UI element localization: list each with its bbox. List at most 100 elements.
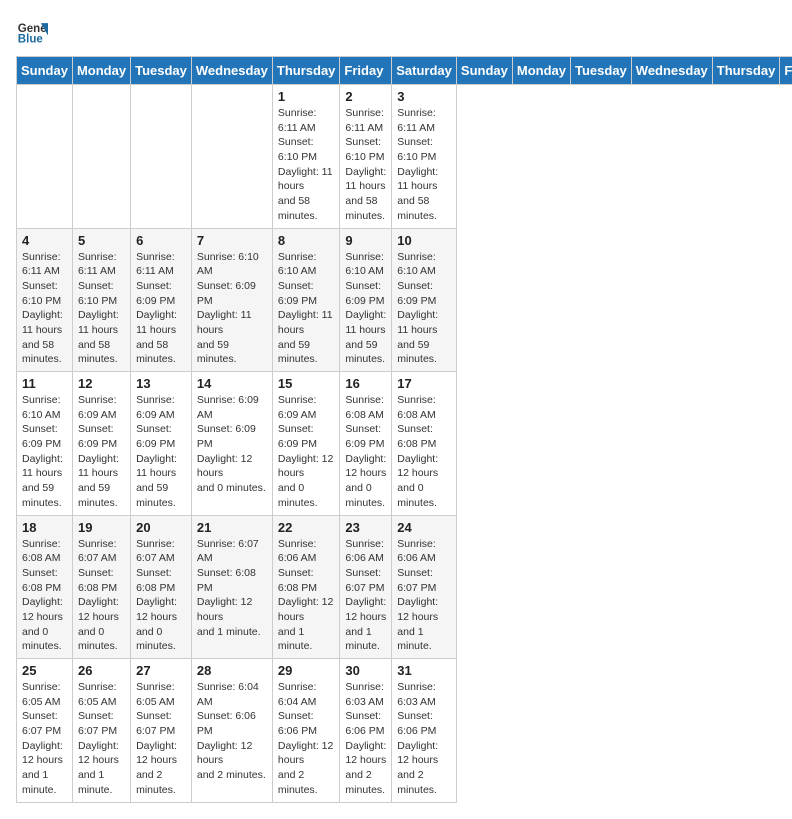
day-number: 10 bbox=[397, 233, 451, 248]
day-cell: 25Sunrise: 6:05 AM Sunset: 6:07 PM Dayli… bbox=[17, 659, 73, 803]
day-info: Sunrise: 6:11 AM Sunset: 6:10 PM Dayligh… bbox=[345, 106, 386, 224]
day-number: 27 bbox=[136, 663, 186, 678]
day-number: 14 bbox=[197, 376, 267, 391]
day-cell: 24 Sunrise: 6:06 AM Sunset: 6:07 PM Dayli… bbox=[392, 515, 457, 659]
day-info: Sunrise: 6:05 AM Sunset: 6:07 PM Dayligh… bbox=[136, 680, 186, 798]
page-header: General Blue bbox=[16, 16, 776, 48]
day-cell: 7 Sunrise: 6:10 AM Sunset: 6:09 PM Daylig… bbox=[191, 228, 272, 372]
svg-text:Blue: Blue bbox=[18, 34, 44, 46]
day-info: Sunrise: 6:08 AM Sunset: 6:08 PM Dayligh… bbox=[397, 393, 451, 511]
day-cell: 15 Sunrise: 6:09 AM Sunset: 6:09 PM Dayli… bbox=[272, 372, 340, 516]
col-header-monday: Monday bbox=[512, 57, 570, 85]
day-number: 8 bbox=[278, 233, 335, 248]
day-cell: 22 Sunrise: 6:06 AM Sunset: 6:08 PM Dayli… bbox=[272, 515, 340, 659]
col-header-wednesday: Wednesday bbox=[631, 57, 712, 85]
day-number: 13 bbox=[136, 376, 186, 391]
day-cell: 8Sunrise: 6:10 AM Sunset: 6:09 PM Daylig… bbox=[272, 228, 340, 372]
col-header-friday: Friday bbox=[340, 57, 392, 85]
day-info: Sunrise: 6:11 AM Sunset: 6:10 PM Dayligh… bbox=[22, 250, 67, 368]
day-cell: 28 Sunrise: 6:04 AM Sunset: 6:06 PM Dayli… bbox=[191, 659, 272, 803]
day-cell: 9Sunrise: 6:10 AM Sunset: 6:09 PM Daylig… bbox=[340, 228, 392, 372]
day-number: 19 bbox=[78, 520, 125, 535]
day-info: Sunrise: 6:11 AM Sunset: 6:10 PM Dayligh… bbox=[397, 106, 451, 224]
day-cell: 20 Sunrise: 6:07 AM Sunset: 6:08 PM Dayli… bbox=[131, 515, 192, 659]
day-number: 29 bbox=[278, 663, 335, 678]
day-number: 12 bbox=[78, 376, 125, 391]
day-info: Sunrise: 6:07 AM Sunset: 6:08 PM Dayligh… bbox=[197, 537, 267, 640]
day-cell: 23Sunrise: 6:06 AM Sunset: 6:07 PM Dayli… bbox=[340, 515, 392, 659]
day-cell: 13 Sunrise: 6:09 AM Sunset: 6:09 PM Dayli… bbox=[131, 372, 192, 516]
day-cell: 27 Sunrise: 6:05 AM Sunset: 6:07 PM Dayli… bbox=[131, 659, 192, 803]
day-number: 4 bbox=[22, 233, 67, 248]
day-cell: 11 Sunrise: 6:10 AM Sunset: 6:09 PM Dayli… bbox=[17, 372, 73, 516]
week-row-2: 4 Sunrise: 6:11 AM Sunset: 6:10 PM Daylig… bbox=[17, 228, 792, 372]
day-number: 21 bbox=[197, 520, 267, 535]
day-info: Sunrise: 6:09 AM Sunset: 6:09 PM Dayligh… bbox=[136, 393, 186, 511]
day-cell: 19 Sunrise: 6:07 AM Sunset: 6:08 PM Dayli… bbox=[72, 515, 130, 659]
col-header-saturday: Saturday bbox=[392, 57, 457, 85]
logo: General Blue bbox=[16, 16, 48, 48]
col-header-thursday: Thursday bbox=[712, 57, 780, 85]
day-cell: 5 Sunrise: 6:11 AM Sunset: 6:10 PM Daylig… bbox=[72, 228, 130, 372]
day-cell: 4 Sunrise: 6:11 AM Sunset: 6:10 PM Daylig… bbox=[17, 228, 73, 372]
day-cell bbox=[131, 85, 192, 229]
day-cell bbox=[191, 85, 272, 229]
day-info: Sunrise: 6:05 AM Sunset: 6:07 PM Dayligh… bbox=[78, 680, 125, 798]
day-number: 20 bbox=[136, 520, 186, 535]
day-info: Sunrise: 6:09 AM Sunset: 6:09 PM Dayligh… bbox=[78, 393, 125, 511]
day-number: 30 bbox=[345, 663, 386, 678]
day-number: 7 bbox=[197, 233, 267, 248]
day-info: Sunrise: 6:03 AM Sunset: 6:06 PM Dayligh… bbox=[345, 680, 386, 798]
day-cell: 17Sunrise: 6:08 AM Sunset: 6:08 PM Dayli… bbox=[392, 372, 457, 516]
day-info: Sunrise: 6:09 AM Sunset: 6:09 PM Dayligh… bbox=[197, 393, 267, 496]
day-cell: 31Sunrise: 6:03 AM Sunset: 6:06 PM Dayli… bbox=[392, 659, 457, 803]
logo-icon: General Blue bbox=[16, 16, 48, 48]
day-info: Sunrise: 6:09 AM Sunset: 6:09 PM Dayligh… bbox=[278, 393, 335, 511]
day-info: Sunrise: 6:10 AM Sunset: 6:09 PM Dayligh… bbox=[22, 393, 67, 511]
day-info: Sunrise: 6:10 AM Sunset: 6:09 PM Dayligh… bbox=[197, 250, 267, 368]
day-info: Sunrise: 6:10 AM Sunset: 6:09 PM Dayligh… bbox=[397, 250, 451, 368]
day-info: Sunrise: 6:07 AM Sunset: 6:08 PM Dayligh… bbox=[136, 537, 186, 655]
day-cell: 26 Sunrise: 6:05 AM Sunset: 6:07 PM Dayli… bbox=[72, 659, 130, 803]
day-cell: 6 Sunrise: 6:11 AM Sunset: 6:09 PM Daylig… bbox=[131, 228, 192, 372]
day-number: 1 bbox=[278, 89, 335, 104]
day-info: Sunrise: 6:06 AM Sunset: 6:07 PM Dayligh… bbox=[345, 537, 386, 655]
day-number: 22 bbox=[278, 520, 335, 535]
week-row-5: 25Sunrise: 6:05 AM Sunset: 6:07 PM Dayli… bbox=[17, 659, 792, 803]
col-header-thursday: Thursday bbox=[272, 57, 340, 85]
day-info: Sunrise: 6:05 AM Sunset: 6:07 PM Dayligh… bbox=[22, 680, 67, 798]
day-number: 11 bbox=[22, 376, 67, 391]
calendar-header-row: SundayMondayTuesdayWednesdayThursdayFrid… bbox=[17, 57, 792, 85]
day-number: 24 bbox=[397, 520, 451, 535]
calendar-table: SundayMondayTuesdayWednesdayThursdayFrid… bbox=[16, 56, 792, 803]
day-cell: 29 Sunrise: 6:04 AM Sunset: 6:06 PM Dayli… bbox=[272, 659, 340, 803]
day-number: 5 bbox=[78, 233, 125, 248]
day-cell: 1 Sunrise: 6:11 AM Sunset: 6:10 PM Daylig… bbox=[272, 85, 340, 229]
col-header-sunday: Sunday bbox=[17, 57, 73, 85]
day-info: Sunrise: 6:04 AM Sunset: 6:06 PM Dayligh… bbox=[197, 680, 267, 783]
day-info: Sunrise: 6:07 AM Sunset: 6:08 PM Dayligh… bbox=[78, 537, 125, 655]
day-info: Sunrise: 6:11 AM Sunset: 6:10 PM Dayligh… bbox=[78, 250, 125, 368]
day-info: Sunrise: 6:11 AM Sunset: 6:10 PM Dayligh… bbox=[278, 106, 335, 224]
day-cell: 21 Sunrise: 6:07 AM Sunset: 6:08 PM Dayli… bbox=[191, 515, 272, 659]
day-cell bbox=[17, 85, 73, 229]
day-cell: 30 Sunrise: 6:03 AM Sunset: 6:06 PM Dayli… bbox=[340, 659, 392, 803]
day-cell: 18Sunrise: 6:08 AM Sunset: 6:08 PM Dayli… bbox=[17, 515, 73, 659]
day-cell: 16 Sunrise: 6:08 AM Sunset: 6:09 PM Dayli… bbox=[340, 372, 392, 516]
day-cell: 14 Sunrise: 6:09 AM Sunset: 6:09 PM Dayli… bbox=[191, 372, 272, 516]
day-info: Sunrise: 6:08 AM Sunset: 6:09 PM Dayligh… bbox=[345, 393, 386, 511]
day-number: 9 bbox=[345, 233, 386, 248]
day-info: Sunrise: 6:06 AM Sunset: 6:07 PM Dayligh… bbox=[397, 537, 451, 655]
day-number: 26 bbox=[78, 663, 125, 678]
day-info: Sunrise: 6:04 AM Sunset: 6:06 PM Dayligh… bbox=[278, 680, 335, 798]
day-cell: 3Sunrise: 6:11 AM Sunset: 6:10 PM Daylig… bbox=[392, 85, 457, 229]
day-number: 6 bbox=[136, 233, 186, 248]
day-info: Sunrise: 6:11 AM Sunset: 6:09 PM Dayligh… bbox=[136, 250, 186, 368]
day-number: 16 bbox=[345, 376, 386, 391]
day-number: 15 bbox=[278, 376, 335, 391]
col-header-monday: Monday bbox=[72, 57, 130, 85]
day-info: Sunrise: 6:06 AM Sunset: 6:08 PM Dayligh… bbox=[278, 537, 335, 655]
week-row-3: 11 Sunrise: 6:10 AM Sunset: 6:09 PM Dayli… bbox=[17, 372, 792, 516]
day-cell: 10 Sunrise: 6:10 AM Sunset: 6:09 PM Dayli… bbox=[392, 228, 457, 372]
day-number: 28 bbox=[197, 663, 267, 678]
